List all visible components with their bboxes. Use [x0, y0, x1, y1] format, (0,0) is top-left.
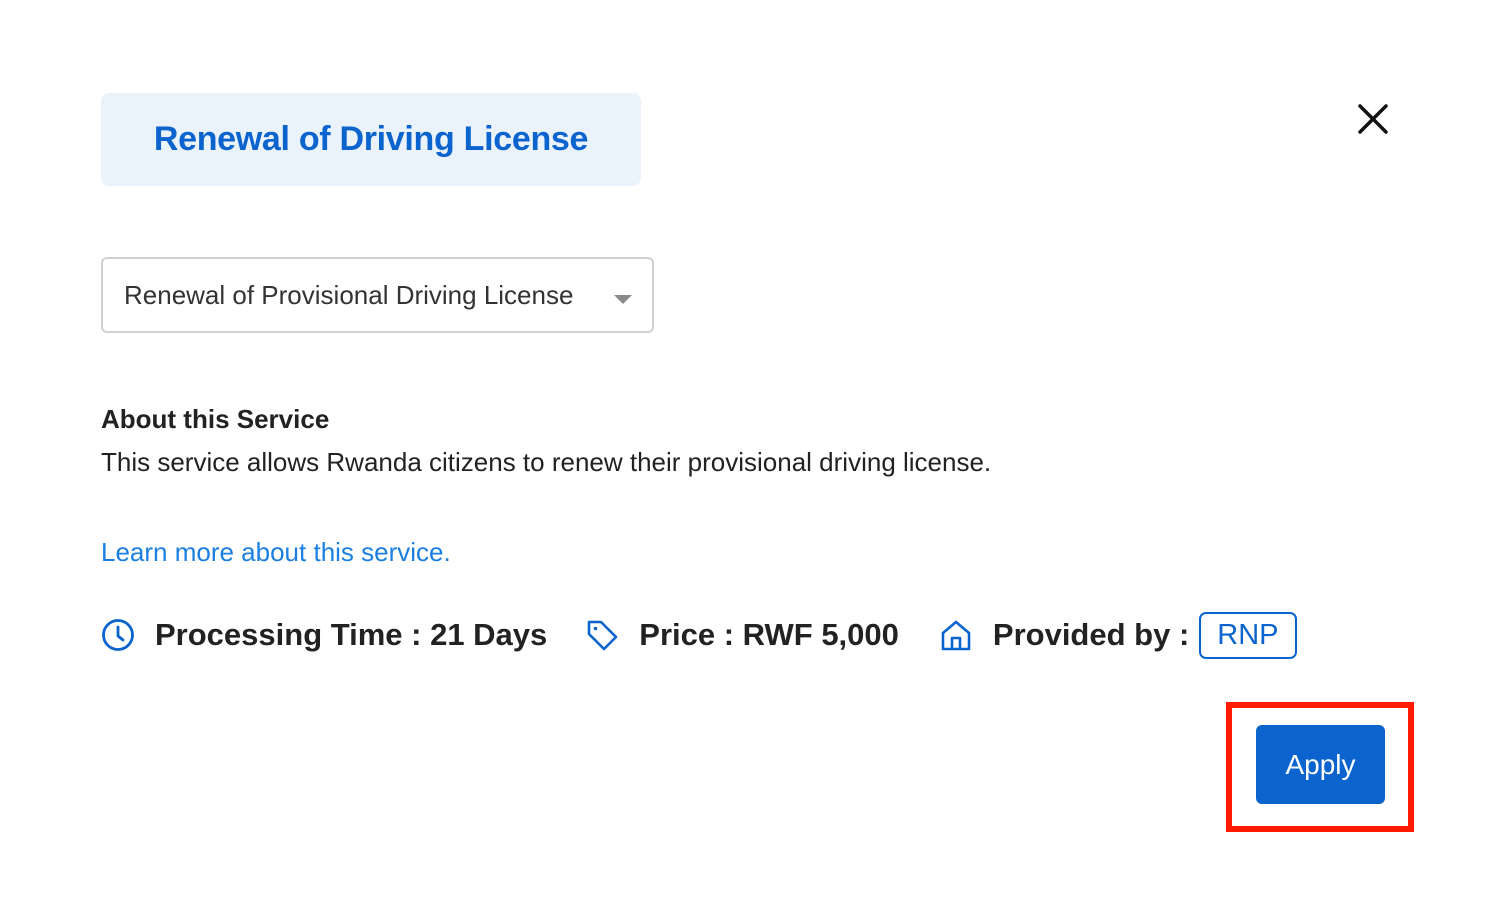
provider-badge: RNP [1199, 611, 1297, 659]
price-label: Price : RWF 5,000 [639, 617, 899, 652]
modal-title: Renewal of Driving License [153, 120, 589, 158]
service-modal: Renewal of Driving License Renewal of Pr… [0, 0, 1490, 912]
processing-time-label: Processing Time : 21 Days [155, 617, 548, 652]
price-tag-icon [585, 618, 619, 652]
caret-down-icon [614, 295, 632, 304]
about-heading: About this Service [101, 404, 330, 434]
processing-time: Processing Time : 21 Days [101, 617, 547, 653]
title-chip: Renewal of Driving License [101, 93, 641, 186]
learn-more-link[interactable]: Learn more about this service. [101, 537, 451, 568]
service-meta-row: Processing Time : 21 Days Price : RWF 5,… [101, 610, 1297, 660]
clock-icon [101, 618, 135, 652]
service-type-select[interactable]: Renewal of Provisional Driving License [101, 257, 654, 333]
about-description: This service allows Rwanda citizens to r… [101, 447, 992, 477]
provider: Provided by : RNP [939, 611, 1297, 659]
service-type-selected-value: Renewal of Provisional Driving License [124, 279, 574, 310]
home-icon [939, 618, 973, 652]
apply-button[interactable]: Apply [1256, 725, 1385, 804]
price: Price : RWF 5,000 [585, 617, 899, 653]
close-icon [1358, 104, 1388, 134]
close-button[interactable] [1350, 96, 1396, 142]
provider-label: Provided by : [992, 617, 1190, 652]
